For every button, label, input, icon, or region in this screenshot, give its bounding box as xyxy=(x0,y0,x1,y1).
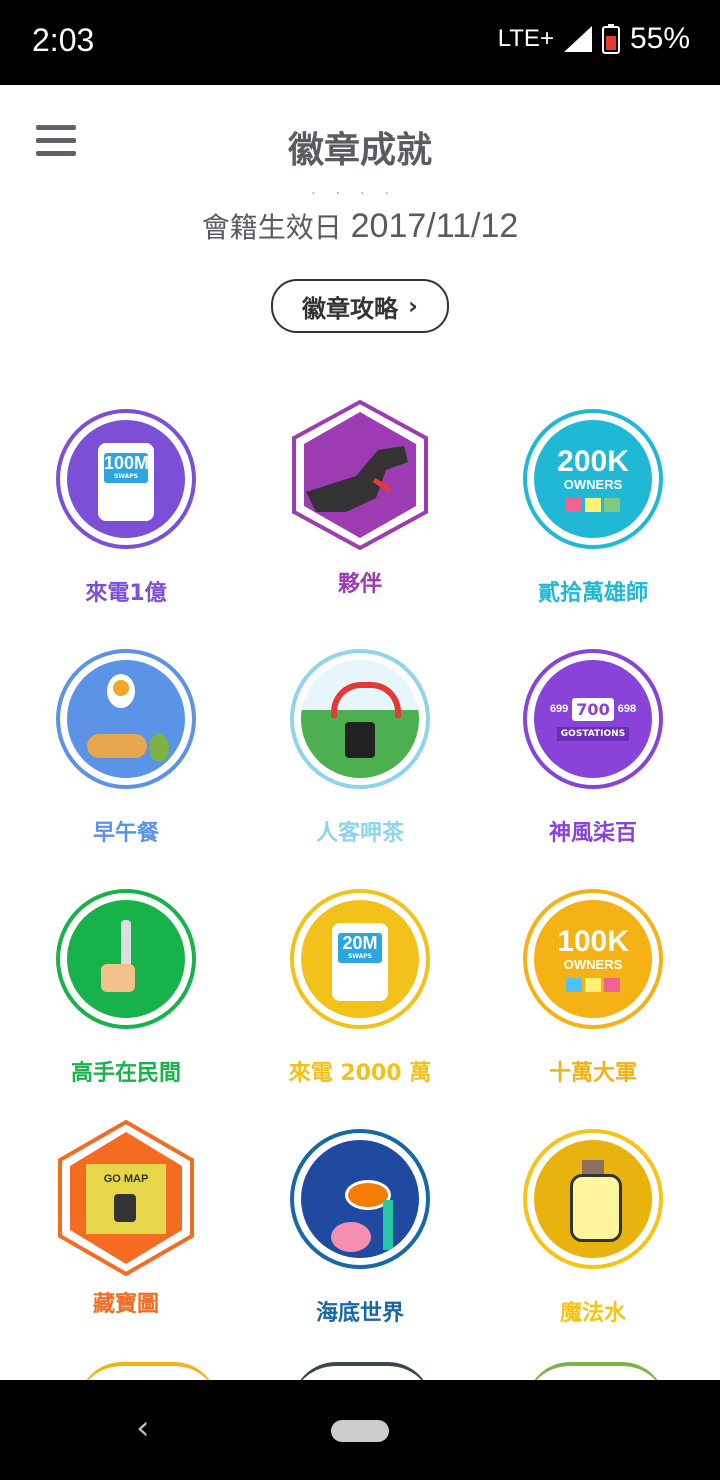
chevron-right-icon: › xyxy=(408,292,418,320)
badge-treasure-map[interactable]: GO MAP 藏寶圖 xyxy=(26,1119,226,1318)
owners-shirts-icon: 200K OWNERS xyxy=(519,409,667,557)
status-time: 2:03 xyxy=(32,22,95,58)
dog-icon xyxy=(286,399,434,551)
badge-label: 早午餐 xyxy=(92,821,159,846)
back-icon[interactable]: ‹ xyxy=(136,1408,150,1448)
badge-subtext: OWNERS xyxy=(563,956,623,972)
signal-icon xyxy=(563,26,592,52)
app-header: 徽章成就 xyxy=(0,85,720,195)
scrolled-text-fragment: ···· xyxy=(311,186,409,202)
badge-label: 來電1億 xyxy=(85,581,167,606)
status-bar: 2:03 LTE+ 55% xyxy=(0,0,720,85)
badge-brunch[interactable]: 早午餐 xyxy=(26,645,226,847)
battery-station-icon: 100M SWAPS xyxy=(52,409,200,557)
brunch-icon xyxy=(52,649,200,797)
badge-label: 神風柒百 xyxy=(548,821,637,846)
fish-icon xyxy=(286,1129,434,1277)
battery-station-icon: 20M SWAPS xyxy=(286,889,434,1037)
potion-bottle-icon xyxy=(519,1129,667,1277)
badge-expert[interactable]: 高手在民間 xyxy=(26,885,226,1087)
badge-undersea[interactable]: 海底世界 xyxy=(260,1125,460,1327)
badge-label: 貳拾萬雄師 xyxy=(537,581,648,606)
home-pill-icon[interactable] xyxy=(331,1420,389,1442)
badge-number: 100M xyxy=(104,453,150,473)
member-since-label: 會籍生效日 xyxy=(201,211,342,244)
map-icon: GO MAP xyxy=(52,1119,200,1277)
status-icons: LTE+ 55% xyxy=(498,22,690,56)
badge-200k-owners[interactable]: 200K OWNERS 貳拾萬雄師 xyxy=(493,405,693,607)
system-nav-bar: ‹ xyxy=(0,1380,720,1480)
badge-subtext: SWAPS xyxy=(113,473,139,480)
page-title: 徽章成就 xyxy=(287,130,432,171)
badge-subtext: OWNERS xyxy=(563,476,623,492)
badge-number: 700 xyxy=(572,697,614,721)
badge-100k-owners[interactable]: 100K OWNERS 十萬大軍 xyxy=(493,885,693,1087)
badge-number: 100K xyxy=(557,924,629,958)
badge-subtext: GOSTATIONS xyxy=(556,726,630,741)
badge-label: 高手在民間 xyxy=(70,1061,181,1086)
badge-label: 人客呷茶 xyxy=(315,821,404,846)
side-number-left: 699 xyxy=(549,703,569,715)
wrench-icon xyxy=(52,889,200,1037)
badge-partner[interactable]: 夥伴 xyxy=(260,399,460,598)
badge-subtext: SWAPS xyxy=(347,953,373,960)
badge-label: 魔法水 xyxy=(559,1301,626,1326)
badge-label: 十萬大軍 xyxy=(548,1061,637,1086)
battery-percent: 55% xyxy=(629,22,690,55)
badge-tea-guest[interactable]: 人客呷茶 xyxy=(260,645,460,847)
badge-100m-swaps[interactable]: 100M SWAPS 來電1億 xyxy=(26,405,226,607)
side-number-right: 698 xyxy=(617,703,637,715)
badge-label: 來電 2000 萬 xyxy=(288,1061,432,1086)
gostation-icon: 699 700 698 GOSTATIONS xyxy=(519,649,667,797)
badge-magic-water[interactable]: 魔法水 xyxy=(493,1125,693,1327)
badge-number: 200K xyxy=(557,444,629,478)
battery-icon xyxy=(601,24,620,54)
badge-20m-swaps[interactable]: 20M SWAPS 來電 2000 萬 xyxy=(260,885,460,1087)
tea-field-icon xyxy=(286,649,434,797)
member-since: 會籍生效日 2017/11/12 xyxy=(0,206,720,246)
badge-number: GO MAP xyxy=(104,1173,149,1185)
badge-label: 海底世界 xyxy=(315,1301,404,1326)
network-label: LTE+ xyxy=(497,25,554,52)
badge-number: 20M xyxy=(342,933,378,953)
badge-label: 夥伴 xyxy=(337,572,382,597)
badge-label: 藏寶圖 xyxy=(92,1292,159,1317)
badge-guide-label: 徽章攻略 xyxy=(302,294,399,323)
badge-700-gostations[interactable]: 699 700 698 GOSTATIONS 神風柒百 xyxy=(493,645,693,847)
member-since-date: 2017/11/12 xyxy=(350,207,519,245)
badge-guide-button[interactable]: 徽章攻略 › xyxy=(271,279,449,333)
owners-shirts-icon: 100K OWNERS xyxy=(519,889,667,1037)
